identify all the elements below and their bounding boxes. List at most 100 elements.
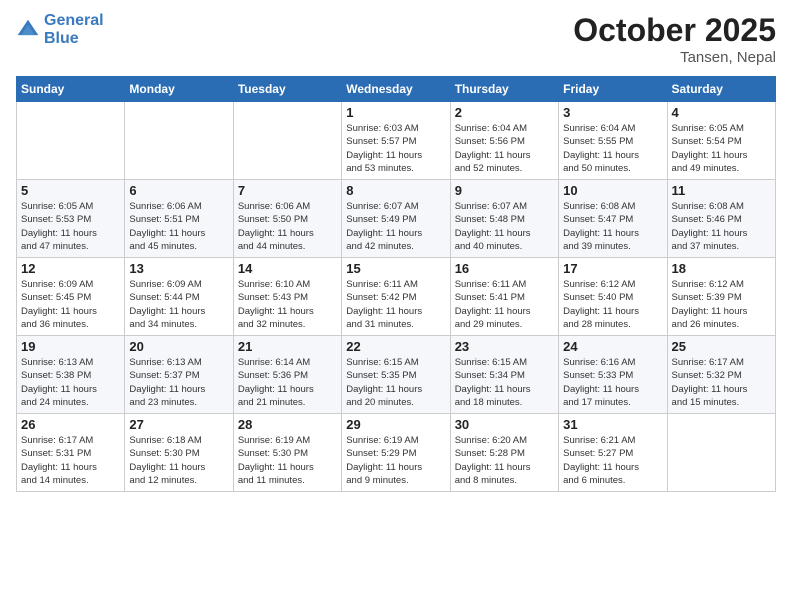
- day-info: Sunrise: 6:05 AMSunset: 5:54 PMDaylight:…: [672, 122, 771, 175]
- weekday-header-sunday: Sunday: [17, 77, 125, 102]
- day-cell-22: 22 Sunrise: 6:15 AMSunset: 5:35 PMDayligh…: [342, 336, 450, 414]
- day-info: Sunrise: 6:15 AMSunset: 5:35 PMDaylight:…: [346, 356, 445, 409]
- day-number: 23: [455, 339, 554, 354]
- weekday-header-saturday: Saturday: [667, 77, 775, 102]
- day-cell-28: 28 Sunrise: 6:19 AMSunset: 5:30 PMDayligh…: [233, 414, 341, 492]
- day-info: Sunrise: 6:19 AMSunset: 5:30 PMDaylight:…: [238, 434, 337, 487]
- day-cell-11: 11 Sunrise: 6:08 AMSunset: 5:46 PMDayligh…: [667, 180, 775, 258]
- day-number: 3: [563, 105, 662, 120]
- day-cell-4: 4Sunrise: 6:05 AMSunset: 5:54 PMDaylight…: [667, 102, 775, 180]
- day-number: 31: [563, 417, 662, 432]
- day-cell-5: 5Sunrise: 6:05 AMSunset: 5:53 PMDaylight…: [17, 180, 125, 258]
- week-row-2: 12 Sunrise: 6:09 AMSunset: 5:45 PMDayligh…: [17, 258, 776, 336]
- logo: General Blue: [16, 12, 104, 49]
- day-cell-31: 31Sunrise: 6:21 AMSunset: 5:27 PMDayligh…: [559, 414, 667, 492]
- weekday-header-friday: Friday: [559, 77, 667, 102]
- day-number: 22: [346, 339, 445, 354]
- day-info: Sunrise: 6:14 AMSunset: 5:36 PMDaylight:…: [238, 356, 337, 409]
- calendar-table: SundayMondayTuesdayWednesdayThursdayFrid…: [16, 76, 776, 492]
- weekday-header-tuesday: Tuesday: [233, 77, 341, 102]
- day-number: 7: [238, 183, 337, 198]
- day-info: Sunrise: 6:03 AMSunset: 5:57 PMDaylight:…: [346, 122, 445, 175]
- day-cell-6: 6Sunrise: 6:06 AMSunset: 5:51 PMDaylight…: [125, 180, 233, 258]
- day-cell-21: 21 Sunrise: 6:14 AMSunset: 5:36 PMDayligh…: [233, 336, 341, 414]
- day-number: 17: [563, 261, 662, 276]
- day-number: 29: [346, 417, 445, 432]
- empty-cell: [667, 414, 775, 492]
- day-number: 28: [238, 417, 337, 432]
- day-number: 5: [21, 183, 120, 198]
- logo-icon: [16, 18, 40, 42]
- empty-cell: [17, 102, 125, 180]
- day-cell-27: 27Sunrise: 6:18 AMSunset: 5:30 PMDayligh…: [125, 414, 233, 492]
- day-cell-17: 17 Sunrise: 6:12 AMSunset: 5:40 PMDayligh…: [559, 258, 667, 336]
- day-info: Sunrise: 6:18 AMSunset: 5:30 PMDaylight:…: [129, 434, 228, 487]
- title-block: October 2025 Tansen, Nepal: [573, 12, 776, 66]
- day-info: Sunrise: 6:12 AMSunset: 5:40 PMDaylight:…: [563, 278, 662, 331]
- day-number: 19: [21, 339, 120, 354]
- day-number: 11: [672, 183, 771, 198]
- day-info: Sunrise: 6:06 AMSunset: 5:50 PMDaylight:…: [238, 200, 337, 253]
- day-number: 26: [21, 417, 120, 432]
- day-cell-26: 26 Sunrise: 6:17 AMSunset: 5:31 PMDayligh…: [17, 414, 125, 492]
- day-info: Sunrise: 6:13 AMSunset: 5:37 PMDaylight:…: [129, 356, 228, 409]
- day-info: Sunrise: 6:15 AMSunset: 5:34 PMDaylight:…: [455, 356, 554, 409]
- day-info: Sunrise: 6:20 AMSunset: 5:28 PMDaylight:…: [455, 434, 554, 487]
- day-cell-18: 18 Sunrise: 6:12 AMSunset: 5:39 PMDayligh…: [667, 258, 775, 336]
- day-info: Sunrise: 6:16 AMSunset: 5:33 PMDaylight:…: [563, 356, 662, 409]
- day-info: Sunrise: 6:09 AMSunset: 5:44 PMDaylight:…: [129, 278, 228, 331]
- day-cell-7: 7 Sunrise: 6:06 AMSunset: 5:50 PMDaylight…: [233, 180, 341, 258]
- day-number: 14: [238, 261, 337, 276]
- day-info: Sunrise: 6:09 AMSunset: 5:45 PMDaylight:…: [21, 278, 120, 331]
- day-cell-2: 2 Sunrise: 6:04 AMSunset: 5:56 PMDaylight…: [450, 102, 558, 180]
- day-cell-29: 29 Sunrise: 6:19 AMSunset: 5:29 PMDayligh…: [342, 414, 450, 492]
- weekday-header-monday: Monday: [125, 77, 233, 102]
- day-number: 13: [129, 261, 228, 276]
- day-number: 2: [455, 105, 554, 120]
- day-cell-16: 16 Sunrise: 6:11 AMSunset: 5:41 PMDayligh…: [450, 258, 558, 336]
- day-info: Sunrise: 6:17 AMSunset: 5:31 PMDaylight:…: [21, 434, 120, 487]
- day-number: 10: [563, 183, 662, 198]
- location: Tansen, Nepal: [573, 49, 776, 66]
- calendar-container: General Blue October 2025 Tansen, Nepal …: [0, 0, 792, 612]
- day-cell-23: 23 Sunrise: 6:15 AMSunset: 5:34 PMDayligh…: [450, 336, 558, 414]
- day-cell-14: 14Sunrise: 6:10 AMSunset: 5:43 PMDayligh…: [233, 258, 341, 336]
- day-info: Sunrise: 6:11 AMSunset: 5:41 PMDaylight:…: [455, 278, 554, 331]
- header: General Blue October 2025 Tansen, Nepal: [16, 12, 776, 66]
- week-row-4: 26 Sunrise: 6:17 AMSunset: 5:31 PMDayligh…: [17, 414, 776, 492]
- day-number: 8: [346, 183, 445, 198]
- day-info: Sunrise: 6:12 AMSunset: 5:39 PMDaylight:…: [672, 278, 771, 331]
- week-row-0: 1Sunrise: 6:03 AMSunset: 5:57 PMDaylight…: [17, 102, 776, 180]
- week-row-3: 19 Sunrise: 6:13 AMSunset: 5:38 PMDayligh…: [17, 336, 776, 414]
- weekday-header-row: SundayMondayTuesdayWednesdayThursdayFrid…: [17, 77, 776, 102]
- day-info: Sunrise: 6:04 AMSunset: 5:56 PMDaylight:…: [455, 122, 554, 175]
- day-number: 25: [672, 339, 771, 354]
- day-cell-13: 13 Sunrise: 6:09 AMSunset: 5:44 PMDayligh…: [125, 258, 233, 336]
- day-info: Sunrise: 6:19 AMSunset: 5:29 PMDaylight:…: [346, 434, 445, 487]
- day-number: 24: [563, 339, 662, 354]
- day-number: 18: [672, 261, 771, 276]
- day-number: 30: [455, 417, 554, 432]
- day-cell-25: 25 Sunrise: 6:17 AMSunset: 5:32 PMDayligh…: [667, 336, 775, 414]
- day-info: Sunrise: 6:13 AMSunset: 5:38 PMDaylight:…: [21, 356, 120, 409]
- day-number: 21: [238, 339, 337, 354]
- day-cell-12: 12 Sunrise: 6:09 AMSunset: 5:45 PMDayligh…: [17, 258, 125, 336]
- day-info: Sunrise: 6:17 AMSunset: 5:32 PMDaylight:…: [672, 356, 771, 409]
- day-cell-3: 3Sunrise: 6:04 AMSunset: 5:55 PMDaylight…: [559, 102, 667, 180]
- day-cell-30: 30 Sunrise: 6:20 AMSunset: 5:28 PMDayligh…: [450, 414, 558, 492]
- day-cell-20: 20Sunrise: 6:13 AMSunset: 5:37 PMDayligh…: [125, 336, 233, 414]
- day-info: Sunrise: 6:08 AMSunset: 5:46 PMDaylight:…: [672, 200, 771, 253]
- day-info: Sunrise: 6:07 AMSunset: 5:49 PMDaylight:…: [346, 200, 445, 253]
- week-row-1: 5Sunrise: 6:05 AMSunset: 5:53 PMDaylight…: [17, 180, 776, 258]
- day-cell-1: 1Sunrise: 6:03 AMSunset: 5:57 PMDaylight…: [342, 102, 450, 180]
- day-number: 12: [21, 261, 120, 276]
- day-number: 15: [346, 261, 445, 276]
- day-cell-8: 8 Sunrise: 6:07 AMSunset: 5:49 PMDaylight…: [342, 180, 450, 258]
- day-cell-19: 19 Sunrise: 6:13 AMSunset: 5:38 PMDayligh…: [17, 336, 125, 414]
- weekday-header-wednesday: Wednesday: [342, 77, 450, 102]
- day-cell-24: 24 Sunrise: 6:16 AMSunset: 5:33 PMDayligh…: [559, 336, 667, 414]
- day-number: 16: [455, 261, 554, 276]
- empty-cell: [125, 102, 233, 180]
- empty-cell: [233, 102, 341, 180]
- day-info: Sunrise: 6:07 AMSunset: 5:48 PMDaylight:…: [455, 200, 554, 253]
